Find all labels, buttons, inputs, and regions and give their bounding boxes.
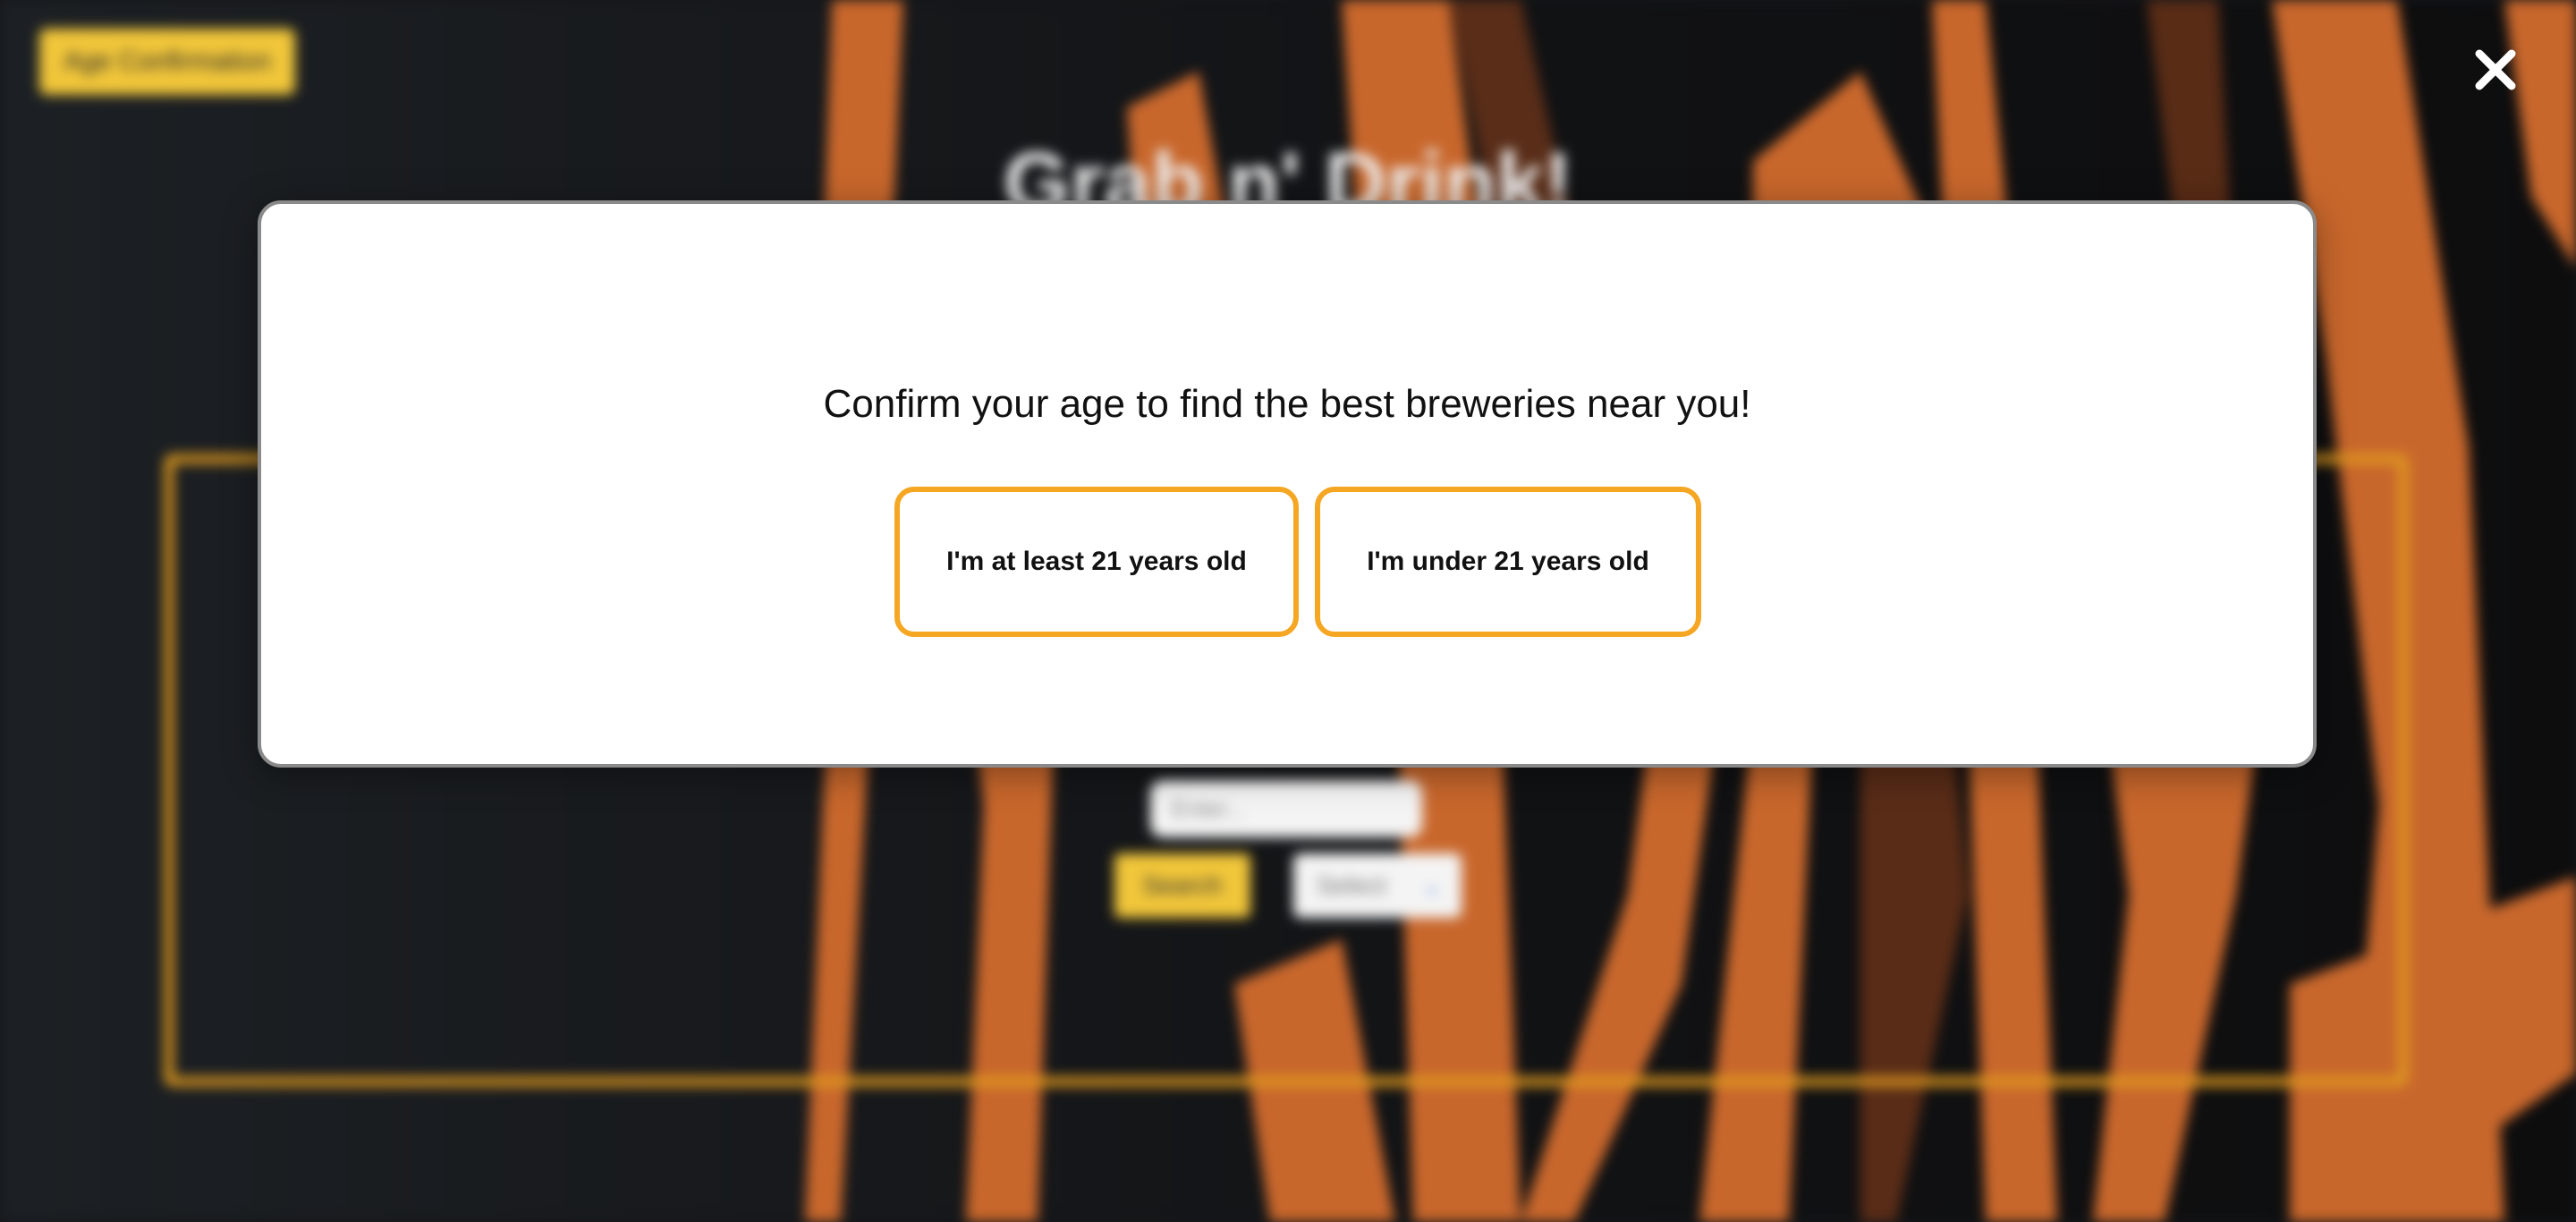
age-confirmation-badge: Age Confirmation [39,29,295,95]
close-button[interactable] [2467,41,2524,98]
background-select-value: Select [1317,871,1386,899]
background-search-input: Enter... [1150,780,1422,837]
background-search-button: Search [1114,853,1250,918]
chevron-down-icon: ⌄ [1422,872,1442,899]
modal-heading: Confirm your age to find the best brewer… [823,382,1751,426]
background-select: Select ⌄ [1293,853,1462,918]
age-confirmation-modal: Confirm your age to find the best brewer… [258,200,2317,768]
over-21-button[interactable]: I'm at least 21 years old [894,487,1299,637]
under-21-button[interactable]: I'm under 21 years old [1315,487,1701,637]
close-icon [2475,49,2516,90]
